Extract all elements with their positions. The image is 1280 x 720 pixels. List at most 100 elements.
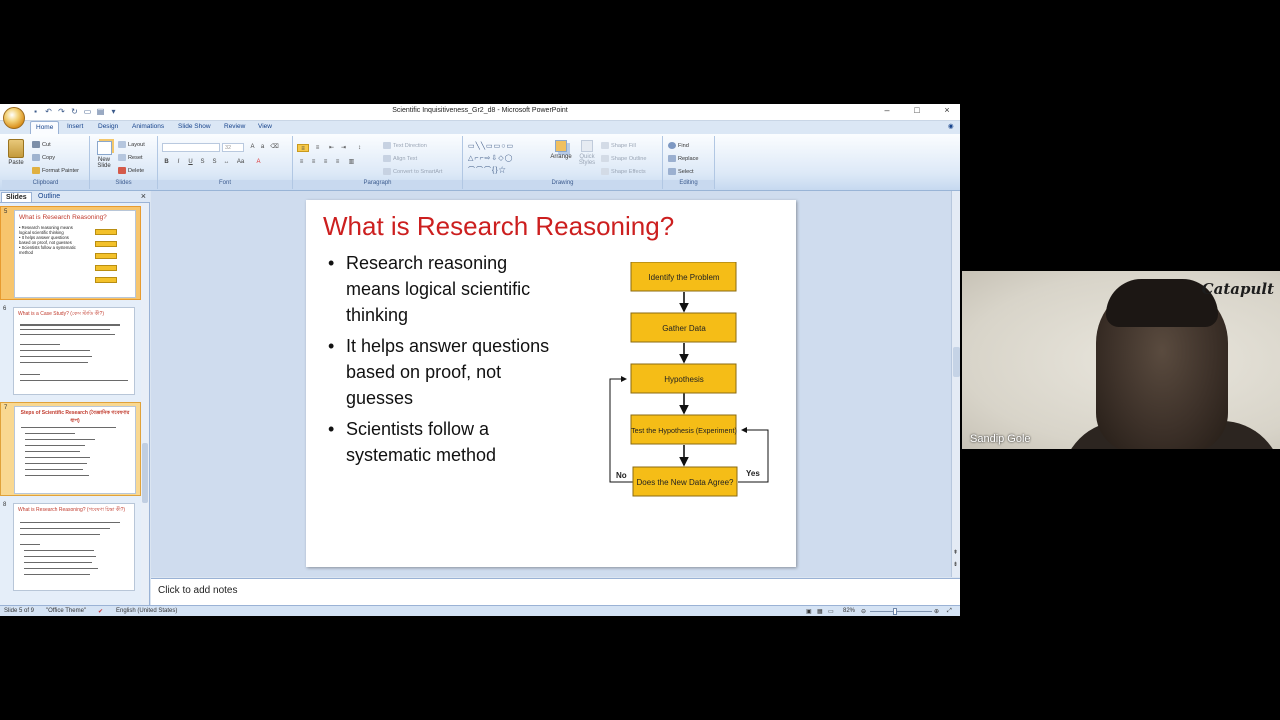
clear-format-icon[interactable]: ⌫ [270, 143, 279, 151]
office-button[interactable] [3, 107, 25, 129]
reset-button[interactable]: Reset [118, 154, 143, 161]
notes-pane[interactable]: Click to add notes [151, 578, 960, 605]
copy-button[interactable]: Copy [32, 154, 55, 161]
smartart-icon [383, 168, 391, 175]
thumbnail-text-line [25, 457, 90, 458]
shape-effects-icon [601, 168, 609, 175]
layout-button[interactable]: Layout [118, 141, 145, 148]
font-color-icon[interactable]: A [254, 158, 263, 166]
slide-title[interactable]: What is Research Reasoning? [323, 211, 674, 242]
current-slide[interactable]: What is Research Reasoning? Research rea… [306, 200, 796, 567]
convert-smartart-button[interactable]: Convert to SmartArt [383, 168, 442, 175]
zoom-level[interactable]: 82% [843, 608, 855, 614]
editing-label: Editing [663, 180, 714, 189]
zoom-out-icon[interactable]: ⊖ [861, 608, 866, 615]
zoom-slider-knob[interactable] [893, 608, 897, 615]
align-right-icon[interactable]: ≡ [321, 158, 330, 166]
tab-outline[interactable]: Outline [34, 192, 64, 201]
grow-font-icon[interactable]: A [248, 143, 257, 151]
bullet-item: It helps answer questions based on proof… [326, 333, 566, 411]
tab-review[interactable]: Review [224, 123, 245, 130]
shapes-gallery[interactable]: ▭╲╲▭▭○▭ △⌐⌐⇨⇩◇◯ ⌒⌒⌒{}☆ [468, 141, 540, 177]
slideshow-view-icon[interactable]: ▭ [828, 608, 834, 615]
language[interactable]: English (United States) [116, 608, 177, 614]
svg-text:Test the Hypothesis (Experimen: Test the Hypothesis (Experiment) [631, 426, 737, 435]
arrange-button[interactable]: Arrange [547, 140, 575, 160]
shape-effects-button[interactable]: Shape Effects [601, 168, 646, 175]
help-icon[interactable]: ◉ [948, 122, 954, 130]
quick-styles-button[interactable]: Quick Styles [575, 140, 599, 166]
maximize-button[interactable]: □ [912, 105, 922, 115]
bold-icon[interactable]: B [162, 158, 171, 166]
format-painter-button[interactable]: Format Painter [32, 167, 79, 174]
fit-window-icon[interactable]: ⤢ [947, 608, 952, 615]
thumbnail-text-line [20, 380, 128, 381]
numbering-icon[interactable]: ≡ [313, 144, 322, 152]
normal-view-icon[interactable]: ▣ [806, 608, 812, 615]
shadow-icon[interactable]: S [210, 158, 219, 166]
previous-slide-icon[interactable]: ⇞ [953, 549, 958, 556]
shape-outline-button[interactable]: Shape Outline [601, 155, 646, 162]
sorter-view-icon[interactable]: ▦ [817, 608, 823, 615]
delete-button[interactable]: Delete [118, 167, 144, 174]
decrease-indent-icon[interactable]: ⇤ [327, 144, 336, 152]
slide-scrollbar[interactable]: ⇞ ⇟ [951, 191, 960, 577]
close-pane-icon[interactable]: × [141, 191, 146, 201]
spacing-icon[interactable]: ↔ [222, 158, 231, 166]
tab-slide-show[interactable]: Slide Show [178, 123, 211, 130]
slide-thumbnail-5[interactable]: 5 What is Research Reasoning? • Research… [0, 206, 141, 300]
bullets-icon[interactable]: ≡ [297, 144, 309, 152]
shrink-font-icon[interactable]: a [258, 143, 267, 151]
thumbnail-text-line [25, 469, 83, 470]
underline-icon[interactable]: U [186, 158, 195, 166]
bullet-list[interactable]: Research reasoning means logical scienti… [326, 250, 566, 473]
slide-thumbnail-8[interactable]: 8 What is Research Reasoning? (গবেষণা চি… [0, 500, 141, 594]
find-button[interactable]: Find [668, 142, 689, 149]
align-center-icon[interactable]: ≡ [309, 158, 318, 166]
line-spacing-icon[interactable]: ↕ [355, 144, 364, 152]
paste-button[interactable]: Paste [5, 139, 27, 166]
replace-button[interactable]: Replace [668, 155, 699, 162]
zoom-in-icon[interactable]: ⊕ [934, 608, 939, 615]
pane-scrollbar-thumb[interactable] [142, 443, 148, 503]
justify-icon[interactable]: ≡ [333, 158, 342, 166]
increase-indent-icon[interactable]: ⇥ [339, 144, 348, 152]
tab-animations[interactable]: Animations [132, 123, 164, 130]
thumbnail-flow-box [95, 253, 117, 259]
tab-design[interactable]: Design [98, 123, 118, 130]
strikethrough-icon[interactable]: S [198, 158, 207, 166]
next-slide-icon[interactable]: ⇟ [953, 561, 958, 568]
columns-icon[interactable]: ▥ [347, 158, 356, 166]
tab-home[interactable]: Home [30, 121, 60, 134]
pane-scrollbar[interactable] [141, 203, 149, 605]
shape-fill-button[interactable]: Shape Fill [601, 142, 636, 149]
text-direction-button[interactable]: Text Direction [383, 142, 427, 149]
participant-video[interactable]: Catapult Sandip Gole [962, 271, 1280, 449]
slide-editing-area: What is Research Reasoning? Research rea… [151, 191, 951, 577]
slide-thumbnail-6[interactable]: 6 What is a Case Study? (কেস স্টাডি কী?) [0, 304, 141, 398]
close-button[interactable]: × [942, 105, 952, 115]
italic-icon[interactable]: I [174, 158, 183, 166]
tab-slides[interactable]: Slides [1, 192, 32, 202]
title-bar: ▪ ↶ ↷ ↻ ▭ ▤ ▾ Scientific Inquisitiveness… [0, 104, 960, 121]
new-slide-button[interactable]: New Slide [93, 141, 115, 169]
font-name-box[interactable] [162, 143, 220, 152]
font-size-box[interactable]: 32 [222, 143, 244, 152]
cut-button[interactable]: Cut [32, 141, 51, 148]
slide-thumbnail-7[interactable]: 7 Steps of Scientific Research (বৈজ্ঞানি… [0, 402, 141, 496]
align-text-button[interactable]: Align Text [383, 155, 417, 162]
change-case-icon[interactable]: Aa [236, 158, 245, 166]
research-flowchart[interactable]: Identify the Problem Gather Data Hypothe… [596, 262, 786, 522]
svg-text:Does the New Data Agree?: Does the New Data Agree? [637, 478, 734, 487]
zoom-slider[interactable] [870, 611, 932, 612]
tab-view[interactable]: View [258, 123, 272, 130]
align-left-icon[interactable]: ≡ [297, 158, 306, 166]
tab-insert[interactable]: Insert [67, 123, 83, 130]
slide-scrollbar-thumb[interactable] [953, 347, 960, 377]
select-button[interactable]: Select [668, 168, 694, 175]
minimize-button[interactable]: – [882, 105, 892, 115]
delete-icon [118, 167, 126, 174]
spellcheck-icon[interactable]: ✔ [98, 608, 103, 615]
bullet-item: Scientists follow a systematic method [326, 416, 566, 468]
thumbnail-text-line [20, 544, 40, 545]
